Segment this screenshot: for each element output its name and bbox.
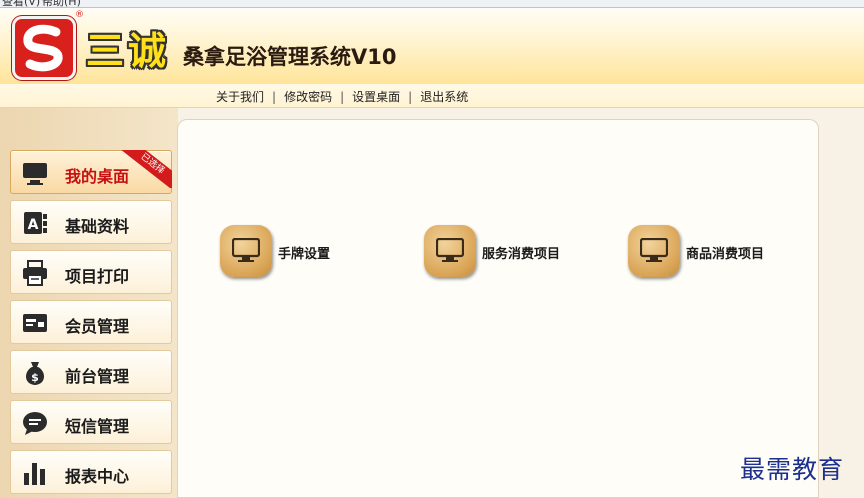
message-bubble-icon [23, 412, 47, 435]
desktop-panel: 手牌设置 服务消费项目 商品消费项目 [177, 119, 819, 498]
sidebar-item-member-management[interactable]: 会员管理 [10, 300, 172, 344]
monitor-icon [436, 238, 464, 262]
sidebar-item-label: 项目打印 [65, 267, 130, 286]
os-menubar: 查看(V) 帮助(H) [0, 0, 864, 8]
sidebar-item-label: 报表中心 [65, 467, 130, 486]
nav-about-us[interactable]: 关于我们 [216, 90, 264, 104]
sidebar-item-report-center[interactable]: 报表中心 [10, 450, 172, 494]
printer-icon [23, 260, 47, 286]
logo-s-icon [23, 24, 63, 72]
nav-separator: | [272, 90, 277, 104]
nav-separator: | [340, 90, 345, 104]
shortcut-tile[interactable] [220, 225, 272, 277]
sidebar-item-my-desktop[interactable]: 我的桌面 已选择 [10, 150, 172, 194]
sidebar-item-label: 基础资料 [65, 217, 130, 236]
brand-name: 三诚 [86, 28, 171, 73]
shortcut-tile[interactable] [628, 225, 680, 277]
svg-text:$: $ [31, 371, 39, 384]
monitor-icon [23, 163, 47, 185]
menu-help[interactable]: 帮助(H) [42, 0, 81, 7]
monitor-icon [640, 238, 668, 262]
shortcut-label: 服务消费项目 [482, 247, 561, 262]
info-book-icon: A [24, 212, 47, 234]
system-title: 桑拿足浴管理系统V10 [183, 45, 397, 69]
top-nav: 关于我们 | 修改密码 | 设置桌面 | 退出系统 [0, 84, 864, 108]
sidebar-item-label: 前台管理 [65, 367, 130, 386]
menu-view[interactable]: 查看(V) [2, 0, 40, 7]
shortcut-label: 手牌设置 [278, 247, 331, 262]
watermark-text: 最需教育 [740, 455, 845, 484]
nav-desktop-settings[interactable]: 设置桌面 [352, 90, 400, 104]
money-bag-icon: $ [25, 362, 45, 385]
member-card-icon [23, 314, 47, 332]
sidebar-item-sms-management[interactable]: 短信管理 [10, 400, 172, 444]
bar-chart-icon [24, 463, 45, 485]
monitor-icon [232, 238, 260, 262]
registered-mark: ® [75, 10, 84, 20]
sidebar-item-project-print[interactable]: 项目打印 [10, 250, 172, 294]
sidebar-item-label: 会员管理 [65, 317, 130, 336]
sidebar-item-front-desk[interactable]: $ 前台管理 [10, 350, 172, 394]
shortcut-label: 商品消费项目 [686, 247, 765, 262]
selected-ribbon: 已选择 [120, 150, 172, 188]
sidebar: 我的桌面 已选择 A 基础资料 项目打印 会员管理 $ 前台管理 短信管理 报表… [0, 108, 178, 498]
sidebar-item-basic-data[interactable]: A 基础资料 [10, 200, 172, 244]
selected-badge: 已选择 [120, 150, 172, 188]
shortcut-tile[interactable] [424, 225, 476, 277]
nav-separator: | [408, 90, 413, 104]
app-header: ® 三诚 桑拿足浴管理系统V10 [0, 8, 864, 84]
nav-exit-system[interactable]: 退出系统 [420, 90, 468, 104]
svg-text:A: A [28, 217, 39, 233]
sancheng-logo [12, 16, 76, 80]
nav-change-password[interactable]: 修改密码 [284, 90, 332, 104]
sidebar-item-label: 短信管理 [65, 417, 130, 436]
